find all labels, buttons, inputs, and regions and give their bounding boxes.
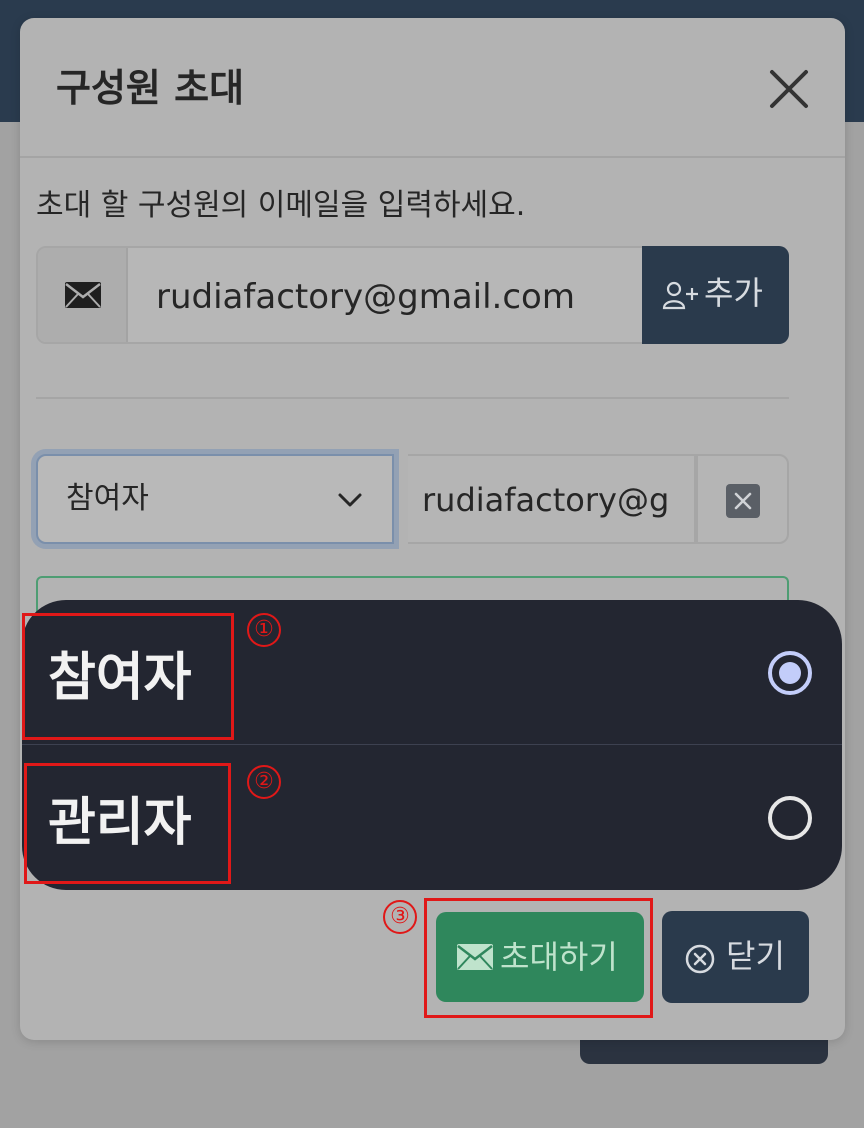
x-square-icon	[726, 484, 760, 518]
add-button-label: 추가	[704, 274, 763, 312]
role-select[interactable]: 참여자	[36, 454, 394, 544]
x-circle-icon	[685, 944, 715, 974]
annotation-number-2: ②	[247, 765, 281, 799]
annotation-box-2	[24, 763, 231, 884]
annotation-box-1	[22, 613, 234, 740]
chevron-down-icon	[338, 493, 362, 507]
annotation-box-3	[424, 898, 653, 1018]
invite-instruction: 초대 할 구성원의 이메일을 입력하세요.	[36, 188, 526, 223]
modal-header: 구성원 초대	[20, 18, 845, 158]
close-icon	[770, 70, 808, 108]
member-email-field: rudiafactory@g	[408, 454, 696, 544]
person-plus-icon	[662, 281, 698, 310]
modal-title: 구성원 초대	[56, 66, 245, 110]
member-email: rudiafactory@g	[422, 481, 670, 519]
close-footer-label: 닫기	[726, 937, 785, 975]
annotation-number-1: ①	[247, 613, 281, 647]
close-button[interactable]	[764, 64, 814, 114]
email-input[interactable]: rudiafactory@gmail.com	[156, 248, 575, 342]
divider	[36, 397, 789, 399]
annotation-number-3: ③	[383, 900, 417, 934]
member-row: 참여자 rudiafactory@g	[36, 454, 789, 544]
add-button[interactable]: 추가	[642, 246, 789, 344]
role-select-value: 참여자	[66, 481, 149, 516]
email-prefix	[38, 248, 128, 342]
radio-selected-icon[interactable]	[768, 651, 812, 695]
close-footer-button[interactable]: 닫기	[662, 911, 809, 1003]
envelope-icon	[65, 282, 101, 308]
remove-member-button[interactable]	[696, 454, 789, 544]
radio-unselected-icon[interactable]	[768, 796, 812, 840]
